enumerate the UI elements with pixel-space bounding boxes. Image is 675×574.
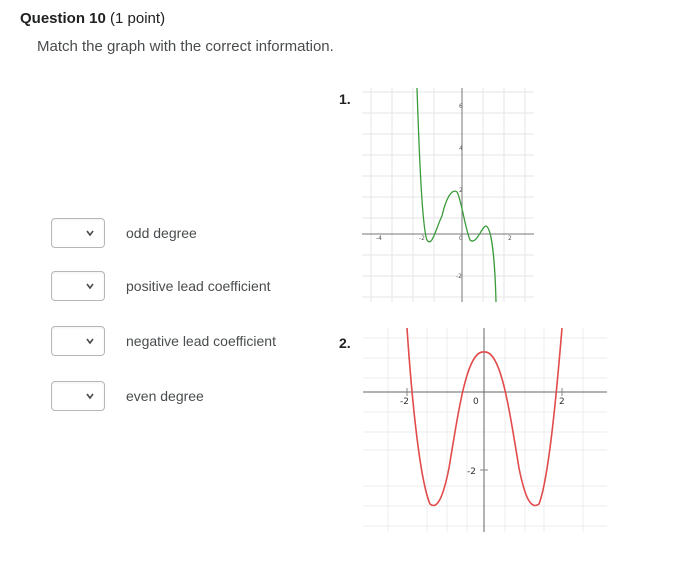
match-dropdown[interactable] — [51, 218, 105, 248]
chevron-down-icon — [86, 283, 94, 290]
graph-grid — [362, 88, 534, 302]
graph-1: -4 -2 0 2 6 4 2 -2 — [362, 88, 534, 302]
match-dropdown[interactable] — [51, 381, 105, 411]
question-title: Question 10 — [20, 10, 106, 27]
x-tick-label: 2 — [559, 397, 565, 407]
question-header: Question 10 (1 point) — [20, 10, 165, 27]
match-label: positive lead coefficient — [126, 278, 271, 294]
x-tick-label: -4 — [376, 235, 382, 242]
graph-axes — [363, 328, 607, 532]
chevron-down-icon — [86, 338, 94, 345]
graph-grid — [363, 328, 607, 532]
question-prompt: Match the graph with the correct informa… — [37, 38, 334, 55]
graph-curve — [416, 88, 497, 302]
y-tick-label: 6 — [459, 103, 463, 110]
match-row-negative-lead: negative lead coefficient — [51, 326, 276, 356]
y-tick-label: 4 — [459, 145, 463, 152]
graph-number-1: 1. — [339, 91, 351, 107]
chevron-down-icon — [86, 393, 94, 400]
x-tick-label: -2 — [400, 397, 409, 407]
match-row-odd-degree: odd degree — [51, 218, 197, 248]
graph-tick-labels: -2 0 2 -2 — [400, 397, 565, 477]
chevron-down-icon — [86, 230, 94, 237]
x-tick-label: 2 — [508, 235, 512, 242]
match-row-positive-lead: positive lead coefficient — [51, 271, 271, 301]
match-dropdown[interactable] — [51, 326, 105, 356]
question-points: (1 point) — [110, 10, 166, 27]
match-label: odd degree — [126, 225, 197, 241]
y-tick-label: -2 — [456, 273, 462, 280]
x-tick-label: 0 — [473, 397, 479, 407]
match-label: even degree — [126, 388, 204, 404]
graph-tick-labels: -4 -2 0 2 6 4 2 -2 — [376, 103, 512, 280]
match-dropdown[interactable] — [51, 271, 105, 301]
x-tick-label: 0 — [459, 235, 463, 242]
graph-number-2: 2. — [339, 335, 351, 351]
graph-axes — [362, 88, 534, 302]
y-tick-label: -2 — [467, 467, 476, 477]
match-row-even-degree: even degree — [51, 381, 204, 411]
graph-2: -2 0 2 -2 — [363, 328, 607, 532]
match-label: negative lead coefficient — [126, 333, 276, 349]
x-tick-label: -2 — [419, 235, 425, 242]
y-tick-label: 2 — [459, 187, 463, 194]
